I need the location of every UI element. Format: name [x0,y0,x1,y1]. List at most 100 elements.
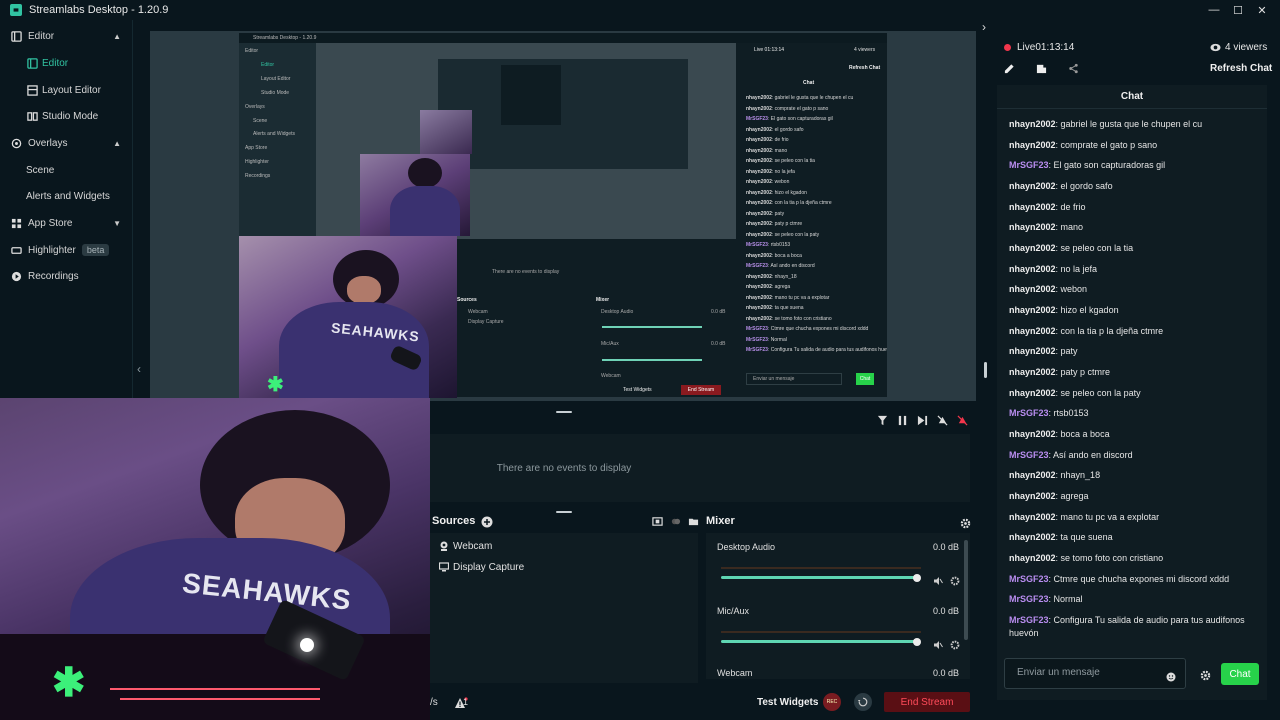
chat-username[interactable]: nhayn2002 [1009,326,1056,336]
chat-username[interactable]: nhayn2002 [1009,119,1056,129]
chat-username[interactable]: nhayn2002 [1009,491,1056,501]
chat-username[interactable]: nhayn2002 [1009,264,1056,274]
mute-alerts-icon[interactable] [936,414,948,426]
nested-chat-text: : mano tu pc va a explotar [771,294,830,301]
filter-icon[interactable] [876,414,888,426]
source-display-capture[interactable]: Display Capture [438,560,524,574]
nested-chat-text: : se peleo con la tia [771,158,815,164]
chat-username[interactable]: nhayn2002 [1009,429,1056,439]
record-button[interactable]: REC [823,693,841,711]
chat-message-text: : Normal [1048,594,1083,604]
chat-username[interactable]: nhayn2002 [1009,532,1056,542]
pause-icon[interactable] [896,414,908,426]
chat-username[interactable]: MrSGF23 [1009,615,1049,625]
mute-icon[interactable] [933,573,943,585]
chat-username[interactable]: MrSGF23 [1009,594,1049,604]
chat-message: MrSGF23: Normal [1009,593,1259,606]
chat-username[interactable]: nhayn2002 [1009,202,1056,212]
channel-settings-icon[interactable] [950,573,960,586]
chat-username[interactable]: nhayn2002 [1009,284,1056,294]
volume-slider-knob[interactable] [913,574,921,582]
chat-username[interactable]: MrSGF23 [1009,408,1049,418]
streamlabs-logo-icon [10,4,22,16]
group-icon[interactable] [669,516,681,527]
sidebar-item-scene[interactable]: Scene [0,157,133,183]
nested-chat-text: : gabriel le gusta que le chupen el cu [771,95,854,101]
resize-handle[interactable] [556,511,572,513]
chat-username[interactable]: nhayn2002 [1009,222,1056,232]
sidebar-item-app-store[interactable]: App Store ▼ [0,210,133,236]
volume-slider-knob[interactable] [913,638,921,646]
folder-icon[interactable] [687,516,699,527]
refresh-chat-button[interactable]: Refresh Chat [1210,63,1272,74]
minimize-button[interactable]: — [1204,0,1224,20]
send-chat-button[interactable]: Chat [1221,663,1259,685]
chat-input[interactable] [1017,667,1167,678]
add-source-button[interactable] [481,515,493,528]
collapse-sidebar-icon[interactable]: ‹ [137,362,141,376]
sidebar-item-alerts-widgets[interactable]: Alerts and Widgets [0,183,133,209]
sidebar-item-overlays[interactable]: Overlays ▲ [0,130,133,156]
chat-username[interactable]: nhayn2002 [1009,305,1056,315]
mixer-settings-icon[interactable] [960,516,971,529]
nested-chat-username: nhayn2002 [746,200,772,206]
chat-username[interactable]: nhayn2002 [1009,512,1056,522]
chat-settings-icon[interactable] [1200,668,1211,681]
sidebar-item-layout-editor[interactable]: Layout Editor [0,77,133,103]
chat-username[interactable]: MrSGF23 [1009,160,1049,170]
sidebar-item-label: Layout Editor [42,84,101,96]
mute-icon[interactable] [933,637,943,649]
resize-handle[interactable] [556,411,572,413]
sidebar-item-studio-mode[interactable]: Studio Mode [0,103,133,129]
chat-message: nhayn2002: ta que suena [1009,531,1259,544]
chat-username[interactable]: nhayn2002 [1009,388,1056,398]
app-store-icon [10,217,22,229]
sidebar-item-editor[interactable]: Editor ▲ [0,23,133,49]
chat-message-text: : agrega [1055,491,1089,501]
chat-message: nhayn2002: se peleo con la tia [1009,242,1259,255]
share-icon[interactable] [1067,62,1079,74]
sidebar-item-recordings[interactable]: Recordings [0,263,133,289]
maximize-button[interactable]: ☐ [1228,0,1248,20]
sidebar-item-highlighter[interactable]: Highlighter beta [0,237,133,263]
chat-message-text: : mano [1055,222,1084,232]
selective-recording-icon[interactable] [651,516,663,527]
chat-username[interactable]: MrSGF23 [1009,574,1049,584]
nested-chat-text: : boca a boca [771,252,802,259]
test-widgets-button[interactable]: Test Widgets [757,697,818,708]
chat-username[interactable]: nhayn2002 [1009,140,1056,150]
collapse-chat-icon[interactable]: › [982,20,986,34]
close-button[interactable]: ✕ [1252,0,1272,20]
panel-resize-handle[interactable] [984,362,987,378]
mute-all-icon[interactable] [956,414,968,426]
end-stream-button[interactable]: End Stream [884,692,970,712]
chat-username[interactable]: nhayn2002 [1009,346,1056,356]
nested-end-stream: End Stream [681,385,721,395]
chat-username[interactable]: nhayn2002 [1009,243,1056,253]
footer-text-fragment: /s [430,697,438,708]
nested-slider [602,326,702,328]
skip-icon[interactable] [916,414,928,426]
replay-buffer-button[interactable] [854,693,872,711]
volume-slider[interactable] [721,640,917,643]
sidebar-item-editor-sub[interactable]: Editor [0,50,133,76]
chat-username[interactable]: MrSGF23 [1009,450,1049,460]
nested-chat-text: : hizo el kgadon [771,189,807,196]
mixer-scrollbar[interactable] [964,540,968,640]
open-dashboard-icon[interactable] [1035,62,1047,74]
sidebar-item-label: Alerts and Widgets [26,190,110,202]
source-webcam[interactable]: Webcam [438,539,492,553]
nested-chat-message: MrSGF23: rtsb0153 [746,242,790,248]
chat-username[interactable]: nhayn2002 [1009,367,1056,377]
chat-message: nhayn2002: nhayn_18 [1009,469,1259,482]
chat-username[interactable]: nhayn2002 [1009,470,1056,480]
channel-settings-icon[interactable] [950,637,960,650]
chat-username[interactable]: nhayn2002 [1009,553,1056,563]
volume-slider[interactable] [721,576,917,579]
nested-chat-message: nhayn2002: hizo el kgadon [746,190,807,196]
edit-stream-info-icon[interactable] [1003,62,1015,74]
chat-username[interactable]: nhayn2002 [1009,181,1056,191]
sidebar-item-label: Scene [26,164,55,176]
title-bar: Streamlabs Desktop - 1.20.9 — ☐ ✕ [0,0,1280,20]
emoji-icon[interactable] [1166,669,1176,682]
